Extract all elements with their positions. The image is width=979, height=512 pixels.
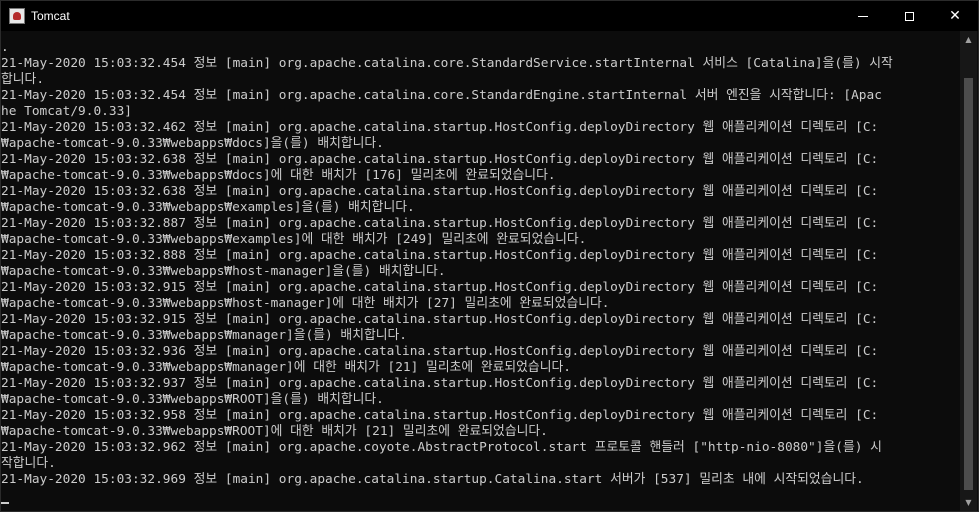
- console-line: ₩apache-tomcat-9.0.33₩webapps₩examples]을…: [1, 200, 415, 215]
- console-line: ₩apache-tomcat-9.0.33₩webapps₩docs]에 대한 …: [1, 168, 556, 183]
- console-line: ₩apache-tomcat-9.0.33₩webapps₩manager]에 …: [1, 360, 571, 375]
- console-line: .: [1, 40, 9, 55]
- console-output-area[interactable]: . 21-May-2020 15:03:32.454 정보 [main] org…: [1, 31, 961, 511]
- console-line: ₩apache-tomcat-9.0.33₩webapps₩host-manag…: [1, 296, 610, 311]
- scroll-down-icon: ▼: [965, 498, 972, 507]
- tomcat-app-icon[interactable]: [9, 8, 25, 24]
- scrollbar-track[interactable]: [960, 48, 977, 494]
- close-button[interactable]: ✕: [932, 1, 978, 31]
- console-line: 21-May-2020 15:03:32.638 정보 [main] org.a…: [1, 152, 879, 167]
- minimize-button[interactable]: [840, 1, 886, 31]
- console-window: Tomcat ✕ . 21-May-2020 15:03:32.454 정보 […: [0, 0, 979, 512]
- window-title: Tomcat: [31, 9, 70, 23]
- console-line: 21-May-2020 15:03:32.462 정보 [main] org.a…: [1, 120, 879, 135]
- console-line: 21-May-2020 15:03:32.958 정보 [main] org.a…: [1, 408, 879, 423]
- console-line: 21-May-2020 15:03:32.887 정보 [main] org.a…: [1, 216, 879, 231]
- minimize-icon: [858, 15, 868, 17]
- window-controls: ✕: [840, 1, 978, 31]
- scroll-up-button[interactable]: ▲: [960, 31, 977, 48]
- close-icon: ✕: [949, 8, 961, 24]
- console-line: 21-May-2020 15:03:32.915 정보 [main] org.a…: [1, 312, 879, 327]
- console-line: 21-May-2020 15:03:32.969 정보 [main] org.a…: [1, 472, 864, 487]
- console-line: 21-May-2020 15:03:32.962 정보 [main] org.a…: [1, 440, 882, 455]
- title-bar[interactable]: Tomcat ✕: [1, 1, 978, 31]
- console-line: 합니다.: [1, 72, 45, 87]
- vertical-scrollbar[interactable]: ▲ ▼: [960, 31, 977, 511]
- maximize-icon: [904, 11, 914, 21]
- console-line: 21-May-2020 15:03:32.888 정보 [main] org.a…: [1, 248, 879, 263]
- console-line: ₩apache-tomcat-9.0.33₩webapps₩host-manag…: [1, 264, 446, 279]
- maximize-button[interactable]: [886, 1, 932, 31]
- scroll-up-icon: ▲: [965, 35, 972, 44]
- text-cursor: [1, 502, 9, 504]
- console-line: 21-May-2020 15:03:32.937 정보 [main] org.a…: [1, 376, 879, 391]
- console-line: 21-May-2020 15:03:32.936 정보 [main] org.a…: [1, 344, 879, 359]
- console-line: 21-May-2020 15:03:32.454 정보 [main] org.a…: [1, 56, 893, 71]
- console-line: ₩apache-tomcat-9.0.33₩webapps₩manager]을(…: [1, 328, 407, 343]
- console-line: ₩apache-tomcat-9.0.33₩webapps₩ROOT]을(를) …: [1, 392, 384, 407]
- console-line: 21-May-2020 15:03:32.454 정보 [main] org.a…: [1, 88, 882, 103]
- console-line: he Tomcat/9.0.33]: [1, 104, 132, 119]
- scrollbar-thumb[interactable]: [964, 78, 973, 490]
- console-line: ₩apache-tomcat-9.0.33₩webapps₩docs]을(를) …: [1, 136, 384, 151]
- console-log-text: . 21-May-2020 15:03:32.454 정보 [main] org…: [1, 31, 961, 504]
- console-line: 21-May-2020 15:03:32.915 정보 [main] org.a…: [1, 280, 879, 295]
- console-line: 21-May-2020 15:03:32.638 정보 [main] org.a…: [1, 184, 879, 199]
- console-line: 작합니다.: [1, 456, 56, 471]
- console-line: ₩apache-tomcat-9.0.33₩webapps₩examples]에…: [1, 232, 587, 247]
- scroll-down-button[interactable]: ▼: [960, 494, 977, 511]
- console-line: ₩apache-tomcat-9.0.33₩webapps₩ROOT]에 대한 …: [1, 424, 548, 439]
